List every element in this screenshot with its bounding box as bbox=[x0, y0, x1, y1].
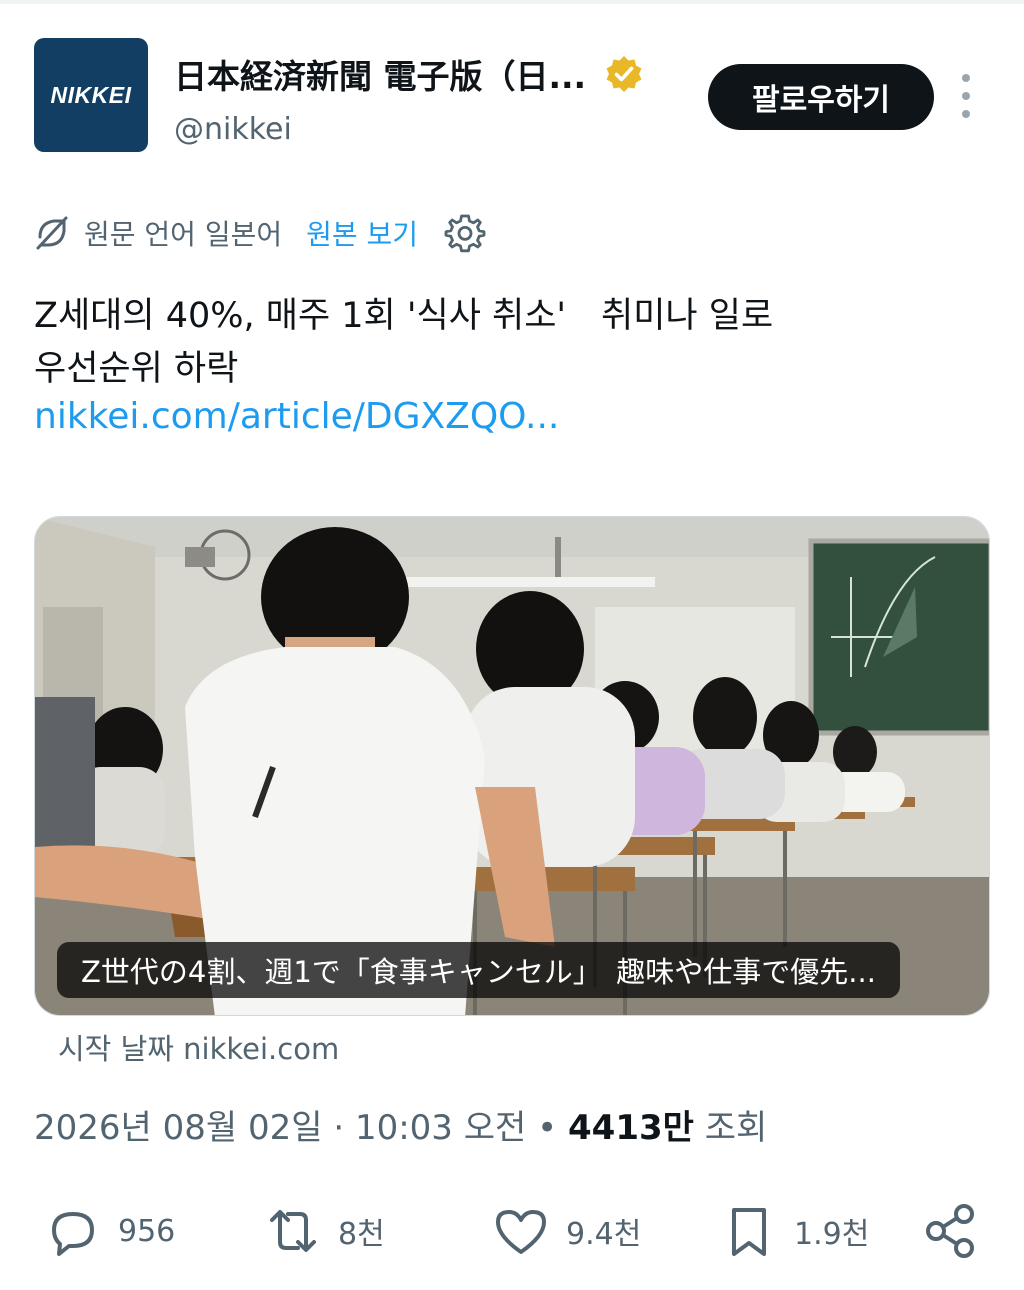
translate-icon bbox=[36, 216, 68, 250]
bookmark-icon bbox=[732, 1208, 766, 1256]
card-source[interactable]: 시작 날짜 nikkei.com bbox=[58, 1026, 339, 1068]
retweet-icon bbox=[270, 1210, 316, 1252]
views-label: 조회 bbox=[704, 1108, 768, 1148]
tweet-header: NIKKEI 日本経済新聞 電子版（日... @nikkei 팔로우하기 bbox=[34, 38, 990, 154]
heart-icon bbox=[496, 1210, 546, 1254]
article-link[interactable]: nikkei.com/article/DGXZQO... bbox=[34, 396, 559, 437]
translation-row: 원문 언어 일본어 원본 보기 bbox=[34, 213, 486, 253]
tweet-text: Z세대의 40%, 매주 1회 '식사 취소' 취미나 일로 우선순위 하락 bbox=[34, 290, 974, 396]
source-language-label: 원문 언어 일본어 bbox=[84, 218, 283, 251]
tweet-text-line-1: Z세대의 40%, 매주 1회 '식사 취소' 취미나 일로 bbox=[34, 296, 774, 336]
more-options-icon[interactable] bbox=[954, 74, 978, 118]
follow-button[interactable]: 팔로우하기 bbox=[708, 64, 934, 130]
share-icon bbox=[926, 1204, 974, 1258]
meta-separator: • bbox=[537, 1108, 568, 1148]
like-button[interactable]: 9.4천 bbox=[490, 1196, 641, 1266]
gear-icon[interactable] bbox=[444, 212, 486, 254]
meta-separator: · bbox=[333, 1108, 355, 1148]
avatar-logo-text: NIKKEI bbox=[50, 81, 132, 108]
tweet-time[interactable]: 10:03 오전 bbox=[355, 1108, 526, 1148]
retweet-count: 8천 bbox=[338, 1217, 385, 1252]
tweet-meta: 2026년 08월 02일 · 10:03 오전 • 4413만 조회 bbox=[34, 1100, 767, 1149]
card-caption: Z世代の4割、週1で「食事キャンセル」 趣味や仕事で優先... bbox=[57, 942, 900, 998]
avatar[interactable]: NIKKEI bbox=[34, 38, 148, 152]
tweet-date[interactable]: 2026년 08월 02일 bbox=[34, 1108, 323, 1148]
reply-icon bbox=[52, 1212, 94, 1256]
verified-badge-icon[interactable] bbox=[604, 54, 644, 94]
reply-button[interactable]: 956 bbox=[42, 1196, 175, 1266]
share-button[interactable] bbox=[920, 1196, 982, 1266]
retweet-button[interactable]: 8천 bbox=[262, 1196, 385, 1266]
display-name[interactable]: 日本経済新聞 電子版（日... bbox=[174, 50, 586, 98]
like-count: 9.4천 bbox=[566, 1217, 642, 1252]
reply-count: 956 bbox=[118, 1213, 176, 1249]
account-handle[interactable]: @nikkei bbox=[174, 112, 292, 147]
link-card-image[interactable]: Z世代の4割、週1で「食事キャンセル」 趣味や仕事で優先... bbox=[34, 516, 990, 1016]
name-line: 日本経済新聞 電子版（日... bbox=[174, 50, 644, 98]
bookmark-count: 1.9천 bbox=[794, 1217, 870, 1252]
tweet-text-line-2: 우선순위 하락 bbox=[34, 349, 239, 389]
show-original-link[interactable]: 원본 보기 bbox=[306, 213, 418, 253]
views-count: 4413만 bbox=[568, 1108, 694, 1148]
top-divider bbox=[0, 0, 1024, 4]
action-bar: 956 8천 9.4천 1.9천 bbox=[34, 1196, 990, 1266]
bookmark-button[interactable]: 1.9천 bbox=[718, 1196, 869, 1266]
